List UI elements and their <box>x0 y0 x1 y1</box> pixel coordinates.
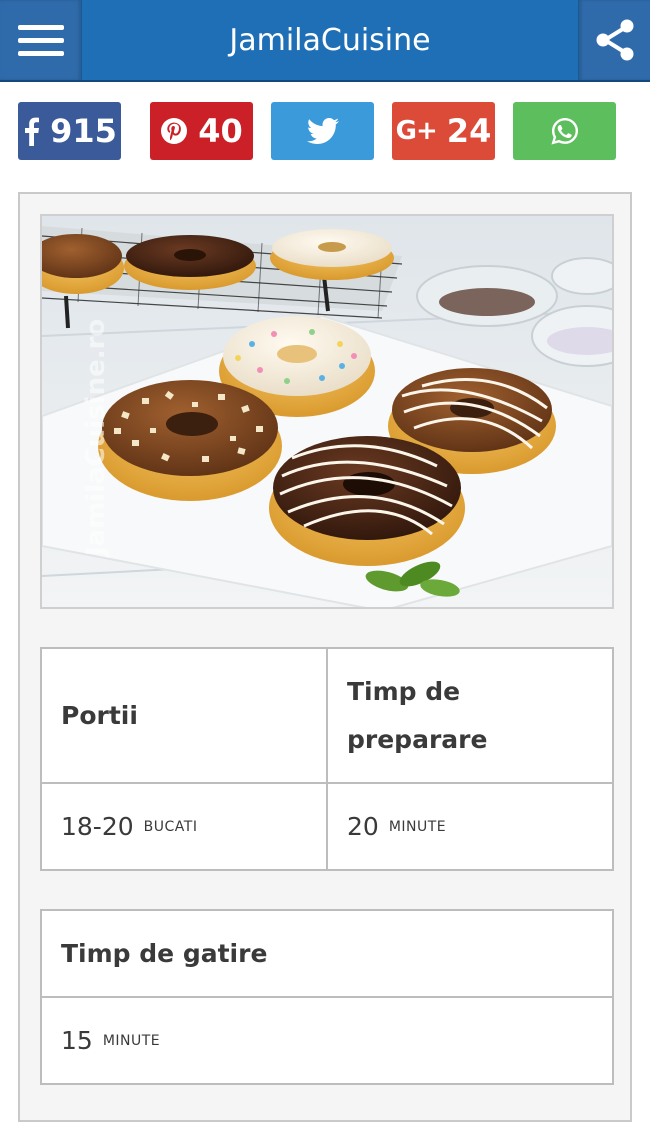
pinterest-share-count: 40 <box>198 112 243 150</box>
cook-time-label: Timp de gatire <box>61 938 268 968</box>
facebook-share-count: 915 <box>50 112 117 150</box>
portions-label: Portii <box>61 700 138 730</box>
cook-time-value-cell: 15 MINUTE <box>42 998 612 1083</box>
hamburger-menu-icon-bar <box>17 50 64 56</box>
menu-button[interactable] <box>0 0 82 80</box>
recipe-card: JamilaCuisine.ro Portii Timp de preparar… <box>18 192 632 1122</box>
whatsapp-icon <box>550 117 579 145</box>
prep-time-value: 20 <box>347 812 379 841</box>
portions-unit: BUCATI <box>143 818 198 835</box>
cook-time-header-cell: Timp de gatire <box>42 911 612 996</box>
portions-header-cell: Portii <box>42 649 326 782</box>
share-button[interactable] <box>578 0 650 80</box>
portions-value: 18-20 <box>61 812 134 841</box>
prep-time-label-line2: preparare <box>347 724 488 754</box>
pinterest-icon <box>160 117 188 145</box>
twitter-icon <box>306 118 339 144</box>
social-share-bar: 915 40 G+ 24 <box>18 102 632 160</box>
recipe-info-table-portions-prep: Portii Timp de preparare 18-20 BUCATI 20… <box>40 647 614 871</box>
app-title: JamilaCuisine <box>229 22 431 58</box>
donuts-image: JamilaCuisine.ro <box>42 216 612 607</box>
prep-time-header-cell: Timp de preparare <box>328 649 612 782</box>
google-plus-icon: G+ <box>395 116 438 146</box>
cook-time-value: 15 <box>61 1026 93 1055</box>
hamburger-menu-icon <box>17 24 64 30</box>
google-plus-share-count: 24 <box>446 112 492 150</box>
app-bar: JamilaCuisine <box>0 0 650 82</box>
facebook-share-button[interactable]: 915 <box>18 102 121 160</box>
whatsapp-share-button[interactable] <box>513 102 616 160</box>
prep-time-label-line1: Timp de <box>347 676 461 706</box>
prep-time-value-cell: 20 MINUTE <box>328 784 612 869</box>
google-plus-share-button[interactable]: G+ 24 <box>392 102 495 160</box>
share-icon <box>596 19 633 61</box>
photo-watermark: JamilaCuisine.ro <box>81 319 111 558</box>
facebook-icon <box>22 116 40 146</box>
prep-time-unit: MINUTE <box>388 818 447 835</box>
recipe-photo[interactable]: JamilaCuisine.ro <box>40 214 614 609</box>
portions-value-cell: 18-20 BUCATI <box>42 784 326 869</box>
hamburger-menu-icon-bar <box>17 37 64 43</box>
twitter-share-button[interactable] <box>271 102 374 160</box>
cook-time-unit: MINUTE <box>102 1032 161 1049</box>
pinterest-share-button[interactable]: 40 <box>150 102 253 160</box>
recipe-info-table-cook-time: Timp de gatire 15 MINUTE <box>40 909 614 1085</box>
